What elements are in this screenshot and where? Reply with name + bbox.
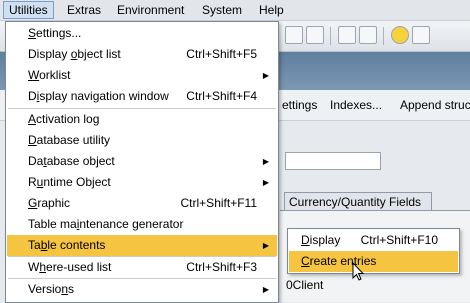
menu-item-worklist[interactable]: Worklist ▶ bbox=[7, 65, 277, 86]
menu-item-runtime-object[interactable]: Runtime Object ▶ bbox=[7, 172, 277, 193]
menu-utilities[interactable]: Utilities bbox=[3, 1, 54, 19]
menu-item-label: Worklist bbox=[28, 68, 71, 82]
help-icon[interactable] bbox=[391, 26, 409, 44]
menu-system[interactable]: System bbox=[197, 2, 247, 18]
menu-item-versions[interactable]: Versions ▶ bbox=[7, 279, 277, 300]
menu-item-label: Display navigation window bbox=[28, 89, 169, 103]
menu-item-database-object[interactable]: Database object ▶ bbox=[7, 151, 277, 172]
layout-menu-icon[interactable] bbox=[412, 26, 430, 44]
menu-item-label: Settings... bbox=[28, 26, 82, 40]
menu-item-display-navigation-window[interactable]: Display navigation window Ctrl+Shift+F4 bbox=[7, 86, 277, 107]
submenu-arrow-icon: ▶ bbox=[262, 285, 269, 294]
submenu-item-label: Display bbox=[301, 233, 341, 247]
menu-item-label: Activation log bbox=[28, 112, 100, 126]
menu-item-graphic[interactable]: Graphic Ctrl+Shift+F11 bbox=[7, 193, 277, 214]
menu-extras[interactable]: Extras bbox=[62, 2, 106, 18]
append-structure-button[interactable]: Append struc bbox=[400, 98, 470, 112]
menu-item-label: Database utility bbox=[28, 133, 111, 147]
menu-item-shortcut: Ctrl+Shift+F5 bbox=[186, 47, 257, 61]
menu-item-label: Table contents bbox=[28, 238, 106, 252]
submenu-arrow-icon: ▶ bbox=[262, 71, 269, 80]
menu-item-display-object-list[interactable]: Display object list Ctrl+Shift+F5 bbox=[7, 44, 277, 65]
menu-item-activation-log[interactable]: Activation log bbox=[7, 109, 277, 130]
menu-item-label: Where-used list bbox=[28, 260, 112, 274]
menu-item-label: Database object bbox=[28, 154, 115, 168]
menu-item-shortcut: Ctrl+Shift+F11 bbox=[180, 196, 257, 210]
menu-item-shortcut: Ctrl+Shift+F4 bbox=[186, 89, 257, 103]
toolbar-separator bbox=[383, 27, 384, 45]
menu-item-label: Graphic bbox=[28, 196, 71, 210]
submenu-arrow-icon: ▶ bbox=[262, 157, 269, 166]
menu-item-label: Table maintenance generator bbox=[28, 217, 184, 231]
menu-item-table-contents[interactable]: Table contents ▶ bbox=[7, 235, 277, 256]
shortcut-icon[interactable] bbox=[359, 26, 377, 44]
menu-item-table-maintenance-generator[interactable]: Table maintenance generator bbox=[7, 214, 277, 235]
menu-item-label: Versions bbox=[28, 282, 75, 296]
client-field-label: 0Client bbox=[286, 278, 324, 292]
submenu-item-display[interactable]: Display Ctrl+Shift+F10 bbox=[289, 230, 458, 251]
submenu-item-create-entries[interactable]: Create entries bbox=[289, 251, 458, 272]
input-field[interactable] bbox=[285, 152, 381, 170]
find-icon[interactable] bbox=[285, 26, 303, 44]
menu-item-label: Runtime Object bbox=[28, 175, 111, 189]
menu-item-database-utility[interactable]: Database utility bbox=[7, 130, 277, 151]
tab-currency-quantity-fields[interactable]: Currency/Quantity Fields bbox=[284, 192, 432, 211]
menu-bar: Utilities Extras Environment System Help bbox=[0, 0, 470, 21]
utilities-menu: Settings... Display object list Ctrl+Shi… bbox=[5, 21, 279, 303]
new-session-icon[interactable] bbox=[338, 26, 356, 44]
table-contents-submenu: Display Ctrl+Shift+F10 Create entries bbox=[287, 228, 460, 274]
indexes-button[interactable]: Indexes... bbox=[330, 98, 382, 112]
mouse-cursor-icon bbox=[352, 262, 365, 281]
find-next-icon[interactable] bbox=[306, 26, 324, 44]
menu-environment[interactable]: Environment bbox=[112, 2, 189, 18]
submenu-arrow-icon: ▶ bbox=[262, 178, 269, 187]
submenu-item-label: Create entries bbox=[301, 254, 377, 268]
menu-item-settings[interactable]: Settings... bbox=[7, 23, 277, 44]
submenu-arrow-icon: ▶ bbox=[262, 241, 269, 250]
menu-item-where-used-list[interactable]: Where-used list Ctrl+Shift+F3 bbox=[7, 257, 277, 278]
settings-button[interactable]: ettings bbox=[282, 98, 317, 112]
toolbar-separator bbox=[330, 27, 331, 45]
menu-help[interactable]: Help bbox=[254, 2, 289, 18]
menu-item-label: Display object list bbox=[28, 47, 121, 61]
menu-item-shortcut: Ctrl+Shift+F3 bbox=[186, 260, 257, 274]
submenu-item-shortcut: Ctrl+Shift+F10 bbox=[360, 233, 438, 247]
